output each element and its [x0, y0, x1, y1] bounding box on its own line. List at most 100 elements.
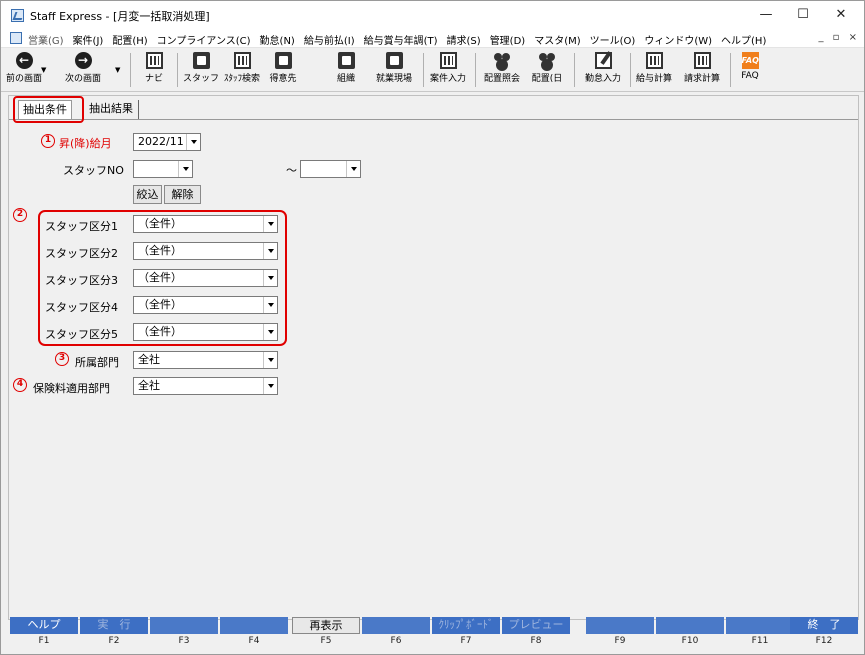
toolbar-separator [730, 53, 731, 87]
menu-items: 営業(G) 案件(J) 配置(H) コンプライアンス(C) 勤怠(N) 給与前払… [28, 32, 775, 47]
menu-case[interactable]: 案件(J) [73, 32, 104, 47]
raise-month-select[interactable]: 2022/11 [133, 133, 201, 151]
menu-sales[interactable]: 営業(G) [28, 32, 64, 47]
fkey-f7[interactable]: ｸﾘｯﾌﾟﾎﾞｰﾄﾞ F7 [432, 615, 501, 651]
people-icon [493, 52, 511, 69]
nav-button[interactable]: ナビ [139, 50, 169, 90]
help-button[interactable]: ヘルプ [10, 617, 78, 634]
range-tilde: ～ [286, 164, 297, 177]
fkey-f11[interactable]: F11 [726, 615, 795, 651]
fkey-f4[interactable]: F4 [220, 615, 289, 651]
callout-number-1: 1 [41, 134, 55, 148]
dept-label: 所属部門 [75, 356, 119, 369]
chevron-down-icon[interactable] [346, 161, 360, 177]
case-input-button[interactable]: 案件入力 [425, 50, 471, 90]
fkey-f9[interactable]: F9 [586, 615, 655, 651]
menu-admin[interactable]: 管理(D) [490, 32, 526, 47]
staff-button[interactable]: スタッフ [181, 50, 221, 90]
callout-number-4: 4 [13, 378, 27, 392]
fkey-f1[interactable]: ヘルプ F1 [10, 615, 79, 651]
staff-category-3-select[interactable]: （全件） [133, 269, 278, 287]
callout-number-3: 3 [55, 352, 69, 366]
staff-no-to-select[interactable] [300, 160, 361, 178]
fkey-f3[interactable]: F3 [150, 615, 219, 651]
placement-inquiry-button[interactable]: 配置照会 [479, 50, 525, 90]
chevron-down-icon[interactable] [263, 378, 277, 394]
fkey-f2[interactable]: 実 行 F2 [80, 615, 149, 651]
calculator-icon [645, 52, 663, 69]
staff-no-label: スタッフNO [63, 164, 124, 177]
filter-button[interactable]: 絞込 [133, 185, 162, 204]
staff-category-2-label: スタッフ区分2 [45, 247, 118, 260]
billing-calc-button[interactable]: 請求計算 [679, 50, 725, 90]
staff-no-from-select[interactable] [133, 160, 193, 178]
forward-button[interactable]: → 次の画面 [61, 50, 105, 90]
faq-button[interactable]: FAQ FAQ [735, 50, 765, 90]
minimize-button[interactable]: — [749, 4, 783, 26]
menu-help[interactable]: ヘルプ(H) [721, 32, 766, 47]
people-icon [538, 52, 556, 69]
menu-placement[interactable]: 配置(H) [112, 32, 147, 47]
document-icon[interactable] [10, 32, 22, 44]
dept-select[interactable]: 全社 [133, 351, 278, 369]
clipboard-button[interactable]: ｸﾘｯﾌﾟﾎﾞｰﾄﾞ [432, 617, 500, 634]
menu-window[interactable]: ウィンドウ(W) [644, 32, 712, 47]
mdi-controls[interactable]: _ ▫ × [818, 32, 860, 43]
menu-billing[interactable]: 請求(S) [447, 32, 481, 47]
toolbar-separator [475, 53, 476, 87]
clear-button[interactable]: 解除 [164, 185, 201, 204]
fkey-f6[interactable]: F6 [362, 615, 431, 651]
chevron-down-icon[interactable] [263, 270, 277, 286]
org-button[interactable]: 組織 [331, 50, 361, 90]
menu-attendance[interactable]: 勤怠(N) [260, 32, 295, 47]
staff-category-1-select[interactable]: （全件） [133, 215, 278, 233]
staff-icon [192, 52, 210, 69]
staff-category-5-select[interactable]: （全件） [133, 323, 278, 341]
staff-category-5-label: スタッフ区分5 [45, 328, 118, 341]
insurance-dept-select[interactable]: 全社 [133, 377, 278, 395]
close-button[interactable]: ✕ [824, 4, 858, 26]
refresh-button[interactable]: 再表示 [292, 617, 360, 634]
fkey-f12[interactable]: 終 了 F12 [790, 615, 859, 651]
chevron-down-icon[interactable] [263, 352, 277, 368]
staff-category-2-select[interactable]: （全件） [133, 242, 278, 260]
client-button[interactable]: 得意先 [263, 50, 303, 90]
menu-payroll[interactable]: 給与賞与年調(T) [364, 32, 438, 47]
menu-master[interactable]: マスタ(M) [534, 32, 580, 47]
fkey-f8[interactable]: プレビュー F8 [502, 615, 571, 651]
chevron-down-icon[interactable]: ▼ [41, 66, 46, 74]
faq-icon: FAQ [741, 52, 759, 69]
attendance-input-button[interactable]: 勤怠入力 [579, 50, 627, 90]
back-button[interactable]: ← 前の画面 [3, 50, 45, 90]
payroll-calc-button[interactable]: 給与計算 [631, 50, 677, 90]
placement-day-button[interactable]: 配置(日 [527, 50, 567, 90]
chevron-down-icon[interactable] [263, 297, 277, 313]
fkey-f10[interactable]: F10 [656, 615, 725, 651]
edit-icon [594, 52, 612, 69]
chevron-down-icon[interactable] [263, 216, 277, 232]
staff-search-button[interactable]: ｽﾀｯﾌ検索 [221, 50, 263, 90]
preview-button[interactable]: プレビュー [502, 617, 570, 634]
chevron-down-icon[interactable] [263, 243, 277, 259]
chevron-down-icon[interactable]: ▼ [115, 66, 120, 74]
fkey-f5[interactable]: 再表示 F5 [292, 615, 361, 651]
staff-category-3-label: スタッフ区分3 [45, 274, 118, 287]
chevron-down-icon[interactable] [186, 134, 200, 150]
client-icon [274, 52, 292, 69]
work-site-icon [385, 52, 403, 69]
menu-tools[interactable]: ツール(O) [590, 32, 636, 47]
raise-month-label: 昇(降)給月 [59, 137, 112, 150]
execute-button[interactable]: 実 行 [80, 617, 148, 634]
maximize-button[interactable]: ☐ [786, 4, 820, 26]
menu-compliance[interactable]: コンプライアンス(C) [157, 32, 251, 47]
site-button[interactable]: 就業現場 [369, 50, 419, 90]
tab-results[interactable]: 抽出結果 [85, 100, 139, 119]
chevron-down-icon[interactable] [263, 324, 277, 340]
exit-button[interactable]: 終 了 [790, 617, 858, 634]
staff-category-4-select[interactable]: （全件） [133, 296, 278, 314]
chevron-down-icon[interactable] [178, 161, 192, 177]
callout-number-2: 2 [13, 208, 27, 222]
menu-bar: 営業(G) 案件(J) 配置(H) コンプライアンス(C) 勤怠(N) 給与前払… [1, 29, 864, 48]
menu-prepay[interactable]: 給与前払(I) [304, 32, 355, 47]
toolbar-separator [130, 53, 131, 87]
